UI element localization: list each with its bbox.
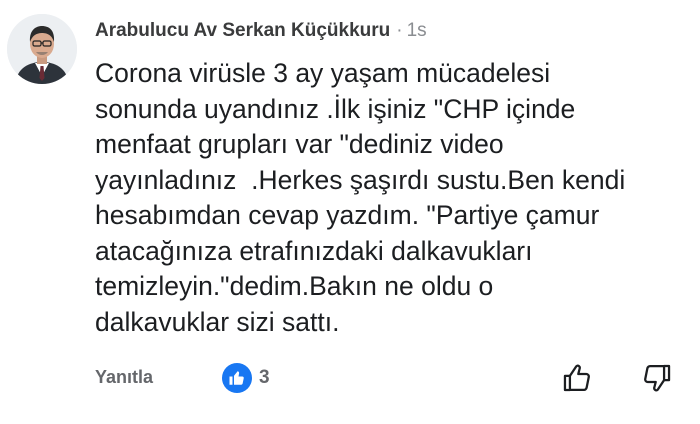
comment-line: dalkavuklar sizi sattı. [95, 306, 340, 337]
comment-header: Arabulucu Av Serkan Küçükkuru · 1s [95, 19, 427, 43]
thumb-down-outline-icon [644, 364, 671, 392]
reply-button[interactable]: Yanıtla [95, 367, 153, 388]
comment-line: atacağınıza etrafınızdaki dalkavukları [95, 235, 533, 266]
comment-line: menfaat grupları var "dediniz video [95, 129, 504, 159]
comment-line: yayınladınız .Herkes şaşırdı sustu.Ben k… [95, 164, 626, 195]
like-count[interactable]: 3 [259, 367, 270, 389]
comment-line: Corona virüsle 3 ay yaşam mücadelesi [95, 58, 551, 88]
comment-line: hesabımdan cevap yazdım. "Partiye çamur [95, 200, 600, 230]
thumb-up-outline-icon [563, 364, 590, 392]
comment-line: temizleyin."dedim.Bakın ne oldu o [95, 271, 494, 301]
like-button[interactable] [560, 361, 594, 395]
comment-text: Corona virüsle 3 ay yaşam mücadelesi son… [95, 56, 695, 340]
header-separator: · [396, 20, 403, 41]
avatar[interactable] [7, 14, 77, 84]
comment-actions: Yanıtla 3 [0, 356, 700, 400]
thumb-up-icon[interactable] [222, 363, 252, 393]
comment-timestamp[interactable]: 1s [407, 20, 427, 41]
comment-line: sonunda uyandınız .İlk işiniz "CHP içind… [95, 93, 576, 124]
author-name[interactable]: Arabulucu Av Serkan Küçükkuru [95, 20, 390, 41]
dislike-button[interactable] [640, 361, 674, 395]
